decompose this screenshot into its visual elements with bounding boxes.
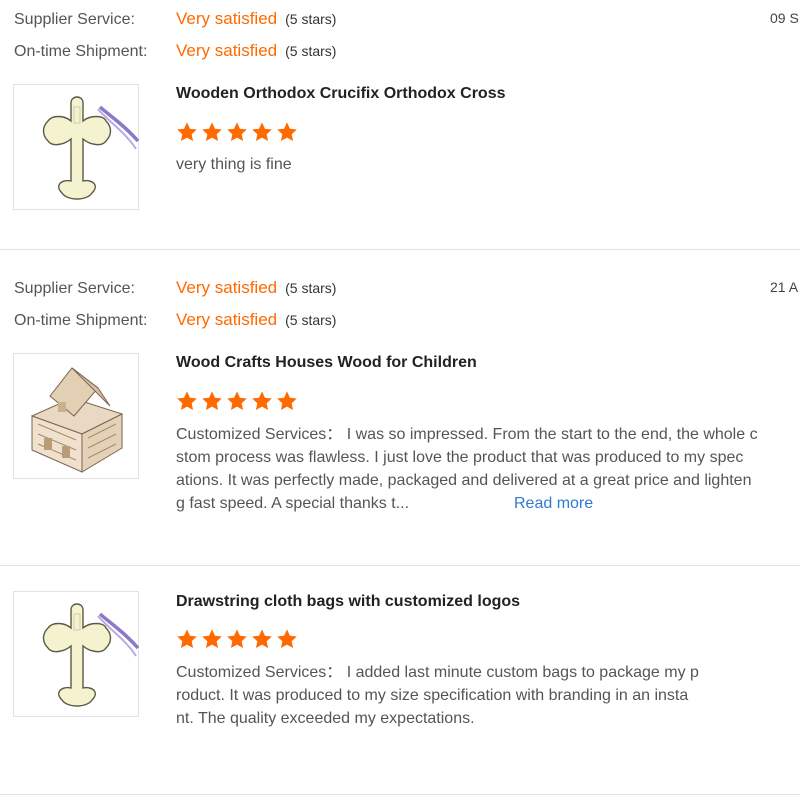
divider <box>0 565 800 566</box>
product-title[interactable]: Wooden Orthodox Crucifix Orthodox Cross <box>176 85 506 103</box>
supplier-service-label: Supplier Service: <box>14 280 135 297</box>
supplier-service-stars: (5 stars) <box>285 11 337 27</box>
shipment-rating: On-time Shipment: Very satisfied (5 stars) <box>14 41 336 61</box>
review-comment: Customized Services： I was so impressed.… <box>176 423 758 515</box>
read-more-link[interactable]: Read more <box>514 492 593 515</box>
comment-line: roduct. It was produced to my size speci… <box>176 687 689 704</box>
comment-line: nt. The quality exceeded my expectations… <box>176 710 475 727</box>
shipment-label: On-time Shipment: <box>14 43 148 60</box>
wooden-cross-icon <box>14 592 140 718</box>
product-thumbnail[interactable] <box>13 591 139 717</box>
shipment-stars: (5 stars) <box>285 43 337 59</box>
shipment-value: Very satisfied <box>176 310 278 329</box>
comment-line: ations. It was perfectly made, packaged … <box>176 472 752 489</box>
divider <box>0 249 800 250</box>
supplier-service-rating: Supplier Service: Very satisfied (5 stars) <box>14 278 336 298</box>
comment-line: g fast speed. A special thanks t... <box>176 495 410 512</box>
supplier-service-stars: (5 stars) <box>285 280 337 296</box>
review-comment: Customized Services： I added last minute… <box>176 661 699 730</box>
comment-line: very thing is fine <box>176 156 292 173</box>
supplier-service-label: Supplier Service: <box>14 11 135 28</box>
shipment-rating: On-time Shipment: Very satisfied (5 stars) <box>14 310 336 330</box>
review-comment: very thing is fine <box>176 153 292 176</box>
product-title[interactable]: Drawstring cloth bags with customized lo… <box>176 593 520 611</box>
comment-line: stom process was flawless. I just love t… <box>176 449 744 466</box>
wooden-cross-icon <box>14 85 140 211</box>
star-rating <box>176 121 300 143</box>
star-rating <box>176 390 300 412</box>
supplier-service-rating: Supplier Service: Very satisfied (5 stars) <box>14 9 336 29</box>
supplier-service-value: Very satisfied <box>176 9 278 28</box>
supplier-service-value: Very satisfied <box>176 278 278 297</box>
comment-line: Customized Services： I was so impressed.… <box>176 426 758 443</box>
shipment-value: Very satisfied <box>176 41 278 60</box>
shipment-label: On-time Shipment: <box>14 312 148 329</box>
product-title[interactable]: Wood Crafts Houses Wood for Children <box>176 354 477 372</box>
wooden-house-icon <box>14 354 140 480</box>
shipment-stars: (5 stars) <box>285 312 337 328</box>
comment-line: Customized Services： I added last minute… <box>176 664 699 681</box>
review-date: 21 A <box>770 279 799 295</box>
product-thumbnail[interactable] <box>13 84 139 210</box>
divider <box>0 794 800 795</box>
star-rating <box>176 628 300 650</box>
review-date: 09 S <box>770 10 799 26</box>
product-thumbnail[interactable] <box>13 353 139 479</box>
